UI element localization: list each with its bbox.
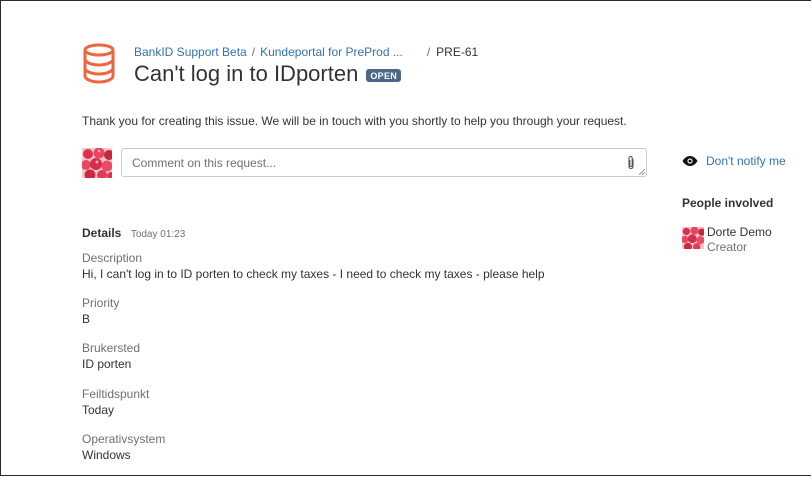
notify-toggle[interactable]: Don't notify me (682, 154, 786, 168)
field-priority: Priority B (82, 296, 119, 327)
field-label: Priority (82, 296, 120, 310)
field-label: Feiltidspunkt (82, 387, 150, 401)
status-badge: OPEN (366, 69, 402, 82)
paperclip-icon[interactable] (626, 155, 636, 170)
details-header: Details Today 01:23 (82, 224, 185, 242)
field-value: Windows (82, 448, 131, 462)
title-row: Can't log in to IDporten OPEN (134, 61, 402, 87)
confirmation-message: Thank you for creating this issue. We wi… (82, 114, 627, 128)
breadcrumb-portal-link[interactable]: Kundeportal for PreProd ... (260, 45, 403, 59)
field-operativsystem: Operativsystem Windows (82, 432, 165, 463)
eye-icon (682, 156, 698, 166)
field-label: Description (82, 251, 143, 265)
breadcrumb: BankID Support Beta / Kundeportal for PreP… (134, 45, 478, 59)
comment-box (121, 148, 647, 177)
field-description: Description Hi, I can't log in to ID por… (82, 251, 545, 282)
dont-notify-link[interactable]: Don't notify me (706, 154, 786, 168)
avatar (82, 148, 112, 178)
avatar (682, 227, 704, 249)
resize-handle[interactable] (638, 168, 645, 175)
field-label: Brukersted (82, 341, 141, 355)
field-value: Today (82, 403, 115, 417)
breadcrumb-issue-key: / PRE-61 (426, 45, 479, 59)
field-feiltidspunkt: Feiltidspunkt Today (82, 387, 149, 418)
comment-input[interactable] (122, 149, 612, 176)
field-value: ID porten (82, 357, 132, 371)
details-label: Details (82, 226, 122, 240)
details-timestamp: Today 01:23 (130, 229, 186, 240)
database-icon (83, 43, 115, 84)
person-name: Dorte Demo (707, 225, 772, 239)
breadcrumb-project-link[interactable]: BankID Support Beta (134, 45, 247, 59)
field-value: Hi, I can't log in to ID porten to check… (82, 267, 545, 281)
page-title: Can't log in to IDporten (134, 61, 359, 86)
people-involved-heading: People involved (682, 196, 774, 210)
field-label: Operativsystem (82, 432, 166, 446)
breadcrumb-separator: / (251, 45, 256, 59)
field-brukersted: Brukersted ID porten (82, 341, 140, 372)
person-role: Creator (707, 240, 748, 254)
field-value: B (82, 312, 91, 326)
